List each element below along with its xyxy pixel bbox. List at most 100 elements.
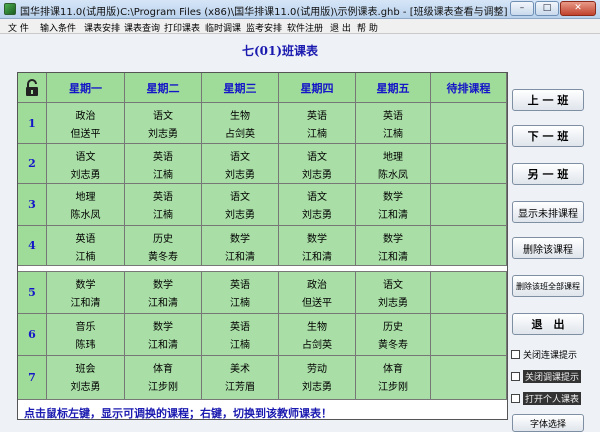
course-cell[interactable]: 美术 江芳眉 xyxy=(202,356,279,400)
course-cell[interactable]: 历史 黄冬寿 xyxy=(125,226,202,266)
course-cell[interactable]: 生物 占剑英 xyxy=(202,103,279,144)
course-teacher: 江和清 xyxy=(302,252,332,263)
pending-course-cell[interactable] xyxy=(431,314,507,356)
delete-all-courses-button[interactable]: 删除该班全部课程 xyxy=(512,275,584,297)
menu-print[interactable]: 打印课表 xyxy=(164,21,200,34)
close-adjust-hint-checkbox[interactable]: 关闭调课提示 xyxy=(511,369,582,383)
window-controls: – □ ✕ xyxy=(510,1,596,16)
course-cell[interactable]: 班会 刘志勇 xyxy=(47,356,125,400)
course-teacher: 但送平 xyxy=(302,298,332,309)
checkbox-box[interactable] xyxy=(511,393,520,403)
course-teacher: 江和清 xyxy=(70,298,101,309)
menu-schedule[interactable]: 课表安排 xyxy=(84,21,120,34)
pending-course-cell[interactable] xyxy=(431,356,507,400)
course-subject: 生物 xyxy=(307,322,327,333)
checkbox-box[interactable] xyxy=(511,371,520,381)
course-cell[interactable]: 政治 但送平 xyxy=(279,272,356,314)
course-cell[interactable]: 数学 江和清 xyxy=(125,314,202,356)
pending-course-cell[interactable] xyxy=(431,272,507,314)
course-teacher: 陈水凤 xyxy=(378,170,408,181)
course-cell[interactable]: 数学 江和清 xyxy=(356,184,431,226)
course-cell[interactable]: 体育 江步刚 xyxy=(125,356,202,400)
course-teacher: 陈玮 xyxy=(75,340,96,351)
menu-temp-adjust[interactable]: 临时调课 xyxy=(205,21,241,34)
course-cell[interactable]: 英语 江楠 xyxy=(279,103,356,144)
course-cell[interactable]: 语文 刘志勇 xyxy=(202,184,279,226)
course-subject: 英语 xyxy=(383,111,403,122)
course-cell[interactable]: 历史 黄冬寿 xyxy=(356,314,431,356)
close-button[interactable]: ✕ xyxy=(560,1,596,16)
course-cell[interactable]: 地理 陈水凤 xyxy=(47,184,125,226)
unlock-icon xyxy=(26,78,38,96)
header-pending-courses: 待排课程 xyxy=(431,73,507,103)
checkbox-label: 关闭连课提示 xyxy=(523,350,578,361)
menu-file[interactable]: 文 件 xyxy=(8,21,29,34)
course-teacher: 刘志勇 xyxy=(148,129,178,140)
course-teacher: 江楠 xyxy=(153,170,173,181)
course-cell[interactable]: 音乐 陈玮 xyxy=(47,314,125,356)
course-cell[interactable]: 英语 江楠 xyxy=(125,184,202,226)
course-cell[interactable]: 体育 江步刚 xyxy=(356,356,431,400)
course-subject: 英语 xyxy=(153,192,173,203)
course-cell[interactable]: 数学 江和清 xyxy=(279,226,356,266)
course-teacher: 占剑英 xyxy=(302,340,332,351)
maximize-button[interactable]: □ xyxy=(535,1,559,16)
course-cell[interactable]: 语文 刘志勇 xyxy=(125,103,202,144)
menu-help[interactable]: 帮 助 xyxy=(357,21,378,34)
course-cell[interactable]: 语文 刘志勇 xyxy=(202,144,279,184)
menu-exam-proctor[interactable]: 监考安排 xyxy=(246,21,282,34)
pending-course-cell[interactable] xyxy=(431,144,507,184)
lock-toggle[interactable] xyxy=(18,73,47,103)
day-header: 星期一 xyxy=(47,73,125,103)
course-cell[interactable]: 英语 江楠 xyxy=(202,272,279,314)
minimize-button[interactable]: – xyxy=(510,1,534,16)
course-teacher: 刘志勇 xyxy=(225,170,255,181)
course-subject: 劳动 xyxy=(307,364,327,375)
period-number: 2 xyxy=(18,144,47,184)
menu-input-conditions[interactable]: 输入条件 xyxy=(40,21,76,34)
course-teacher: 江楠 xyxy=(230,298,250,309)
course-cell[interactable]: 劳动 刘志勇 xyxy=(279,356,356,400)
open-personal-table-checkbox[interactable]: 打开个人课表 xyxy=(511,391,582,405)
show-unscheduled-button[interactable]: 显示未排课程 xyxy=(512,201,584,223)
course-teacher: 占剑英 xyxy=(225,129,255,140)
course-cell[interactable]: 英语 江楠 xyxy=(47,226,125,266)
course-cell[interactable]: 数学 江和清 xyxy=(125,272,202,314)
pending-course-cell[interactable] xyxy=(431,184,507,226)
menu-register[interactable]: 软件注册 xyxy=(287,21,323,34)
course-cell[interactable]: 生物 占剑英 xyxy=(279,314,356,356)
menu-exit[interactable]: 退 出 xyxy=(330,21,351,34)
pending-course-cell[interactable] xyxy=(431,103,507,144)
course-cell[interactable]: 英语 江楠 xyxy=(356,103,431,144)
course-cell[interactable]: 英语 江楠 xyxy=(202,314,279,356)
course-cell[interactable]: 地理 陈水凤 xyxy=(356,144,431,184)
course-cell[interactable]: 语文 刘志勇 xyxy=(279,184,356,226)
course-cell[interactable]: 语文 刘志勇 xyxy=(279,144,356,184)
menu-bar: 文 件 输入条件 课表安排 课表查询 打印课表 临时调课 监考安排 软件注册 退… xyxy=(0,19,600,34)
period-number: 6 xyxy=(18,314,47,356)
course-cell[interactable]: 语文 刘志勇 xyxy=(47,144,125,184)
course-subject: 数学 xyxy=(153,280,173,291)
course-cell[interactable]: 数学 江和清 xyxy=(47,272,125,314)
course-cell[interactable]: 数学 江和清 xyxy=(356,226,431,266)
course-cell[interactable]: 政治 但送平 xyxy=(47,103,125,144)
menu-query[interactable]: 课表查询 xyxy=(124,21,160,34)
next-class-button[interactable]: 下 一 班 xyxy=(512,125,584,147)
course-subject: 音乐 xyxy=(75,322,96,333)
exit-button[interactable]: 退 出 xyxy=(512,313,584,335)
course-cell[interactable]: 英语 江楠 xyxy=(125,144,202,184)
prev-class-button[interactable]: 上 一 班 xyxy=(512,89,584,111)
font-select-button[interactable]: 字体选择 xyxy=(512,414,584,432)
close-conflict-hint-checkbox[interactable]: 关闭连课提示 xyxy=(511,348,578,361)
course-subject: 历史 xyxy=(383,322,403,333)
course-teacher: 江芳眉 xyxy=(225,382,255,393)
delete-course-button[interactable]: 删除该课程 xyxy=(512,237,584,259)
course-cell[interactable]: 数学 江和清 xyxy=(202,226,279,266)
course-teacher: 江和清 xyxy=(148,340,178,351)
other-class-button[interactable]: 另 一 班 xyxy=(512,163,584,185)
course-subject: 数学 xyxy=(383,234,403,245)
pending-course-cell[interactable] xyxy=(431,226,507,266)
checkbox-box[interactable] xyxy=(511,349,520,359)
schedule-grid: 星期一 星期二 星期三 星期四 星期五 待排课程 1 政治 但送平 语文 刘志勇 生物 占剑英 英语 江楠英… xyxy=(17,72,508,420)
course-cell[interactable]: 语文 刘志勇 xyxy=(356,272,431,314)
